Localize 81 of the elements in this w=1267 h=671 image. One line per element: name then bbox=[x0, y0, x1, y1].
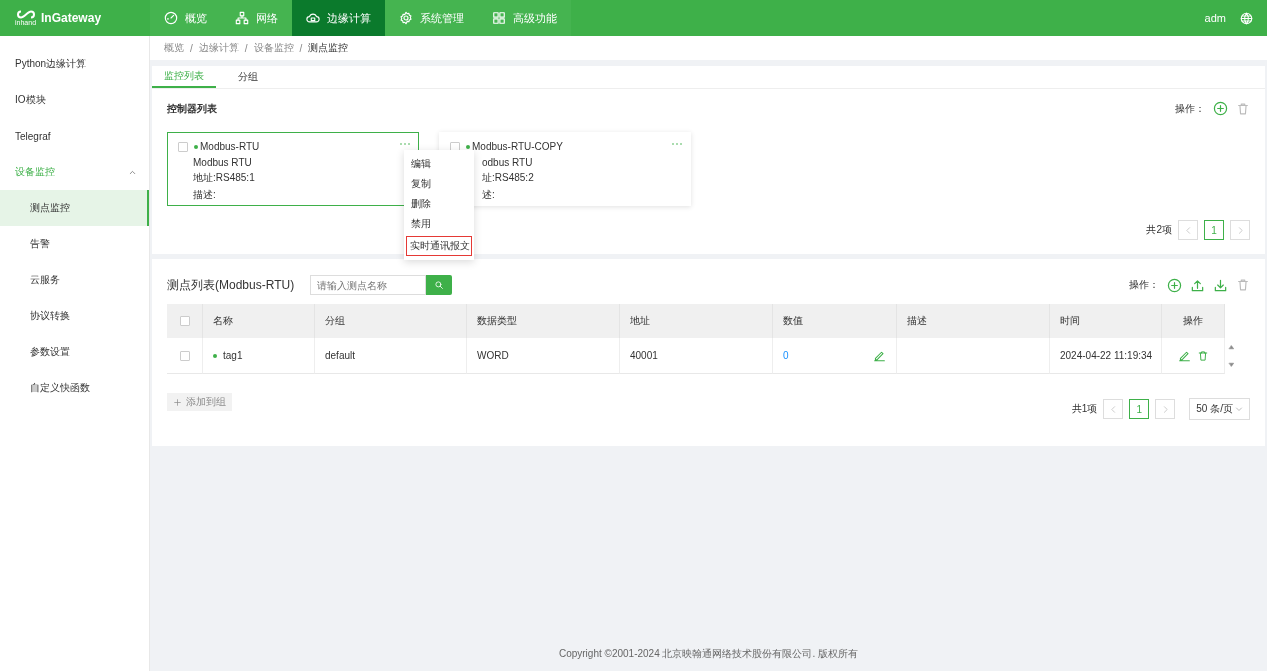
total-count: 共2项 bbox=[1146, 223, 1172, 237]
nav-tab[interactable]: 边缘计算 bbox=[292, 0, 385, 36]
total-count: 共1项 bbox=[1071, 402, 1098, 416]
copyright: Copyright ©2001-2024 北京映翰通网络技术股份有限公司. 版权所有 bbox=[557, 647, 860, 661]
breadcrumb-separator: / bbox=[190, 42, 193, 54]
download-icon bbox=[1213, 277, 1228, 293]
chevron-left-icon bbox=[1183, 225, 1193, 235]
column-header: 地址 bbox=[620, 304, 773, 338]
sidebar-item[interactable]: 协议转换 bbox=[0, 298, 149, 334]
sidebar-item[interactable]: 告警 bbox=[0, 226, 149, 262]
add-icon bbox=[1213, 101, 1228, 116]
section-title: 测点列表(Modbus-RTU) bbox=[167, 276, 295, 294]
caret-icon bbox=[1235, 405, 1243, 413]
controller-address: 地址:RS485:1 bbox=[192, 171, 256, 185]
checkbox[interactable] bbox=[179, 316, 190, 326]
breadcrumb-item[interactable]: 设备监控 bbox=[253, 41, 294, 55]
network-icon bbox=[235, 11, 249, 25]
gauge-icon bbox=[164, 11, 178, 25]
column-header: 操作 bbox=[1162, 304, 1225, 338]
next-page-button[interactable] bbox=[1230, 220, 1250, 240]
search-field[interactable]: 请输入测点名称 bbox=[310, 275, 427, 295]
next-page-button[interactable] bbox=[1155, 399, 1176, 419]
breadcrumb-item[interactable]: 边缘计算 bbox=[198, 41, 239, 55]
delete-icon bbox=[1196, 349, 1209, 362]
breadcrumb-separator: / bbox=[244, 42, 248, 54]
actions-label: 操作： bbox=[1129, 278, 1159, 292]
controller-description: 描述: bbox=[192, 188, 217, 202]
previous-page-button[interactable] bbox=[1178, 220, 1198, 240]
table-cell: WORD bbox=[477, 350, 509, 361]
sidebar-item[interactable]: 参数设置 bbox=[0, 334, 149, 370]
breadcrumb-item[interactable]: 概览 bbox=[164, 41, 184, 55]
sidebar-item[interactable]: 自定义快函数 bbox=[0, 370, 149, 406]
column-header: 描述 bbox=[897, 304, 1050, 338]
delete-icon bbox=[1236, 101, 1250, 116]
checkbox[interactable] bbox=[178, 141, 188, 152]
table-cell: tag1 bbox=[223, 350, 243, 361]
controller-name: Modbus-RTU bbox=[200, 141, 260, 152]
table-cell: 2024-04-22 11:19:34 bbox=[1060, 350, 1153, 361]
product-name: InGateway bbox=[41, 11, 102, 25]
column-header: 时间 bbox=[1050, 304, 1162, 338]
column-header: 分组 bbox=[315, 304, 467, 338]
sidebar-item[interactable]: IO模块 bbox=[0, 82, 149, 118]
column-header: 数据类型 bbox=[467, 304, 620, 338]
previous-page-button[interactable] bbox=[1103, 399, 1124, 419]
menu-item[interactable]: 禁用 bbox=[406, 214, 472, 234]
upload-icon bbox=[1190, 277, 1205, 293]
breadcrumb-item: 测点监控 bbox=[308, 41, 349, 55]
column-header: 名称 bbox=[203, 304, 315, 338]
search-button[interactable] bbox=[426, 275, 453, 295]
tab[interactable]: 分组 bbox=[226, 66, 270, 88]
controller-protocol: odbus RTU bbox=[481, 157, 534, 168]
menu-item[interactable]: 实时通讯报文 bbox=[406, 236, 472, 256]
add-icon bbox=[1167, 277, 1182, 293]
sidebar-item[interactable]: 测点监控 bbox=[0, 190, 149, 226]
section-title: 控制器列表 bbox=[167, 101, 217, 116]
table-cell: default bbox=[325, 350, 356, 361]
sidebar-item[interactable]: Telegraf bbox=[0, 118, 149, 154]
checkbox[interactable] bbox=[179, 350, 190, 361]
breadcrumb-separator: / bbox=[299, 42, 303, 54]
chevron-left-icon bbox=[1108, 404, 1118, 414]
scroll-up-icon bbox=[1227, 344, 1235, 351]
actions-label: 操作： bbox=[1175, 101, 1205, 116]
sidebar-item[interactable]: Python边缘计算 bbox=[0, 46, 149, 82]
settings-icon bbox=[399, 11, 413, 25]
delete-icon bbox=[1236, 278, 1250, 292]
controller-protocol: Modbus RTU bbox=[192, 157, 253, 168]
edit-icon bbox=[873, 349, 886, 362]
grid-icon bbox=[492, 11, 506, 25]
column-header: 数值 bbox=[773, 304, 897, 338]
sidebar-item[interactable]: 云服务 bbox=[0, 262, 149, 298]
search-icon bbox=[434, 280, 445, 290]
controller-description: 述: bbox=[481, 188, 496, 202]
globe-icon bbox=[1240, 11, 1253, 25]
table-cell: 40001 bbox=[630, 350, 658, 361]
scroll-down-icon bbox=[1227, 361, 1235, 368]
page-size-select[interactable]: 50 条/页 bbox=[1189, 398, 1250, 420]
controller-name: Modbus-RTU-COPY bbox=[472, 141, 563, 152]
cloud-icon bbox=[306, 11, 320, 25]
controller-address: 址:RS485:2 bbox=[481, 171, 535, 185]
edit-icon bbox=[1177, 349, 1191, 362]
plus-icon bbox=[173, 397, 182, 407]
